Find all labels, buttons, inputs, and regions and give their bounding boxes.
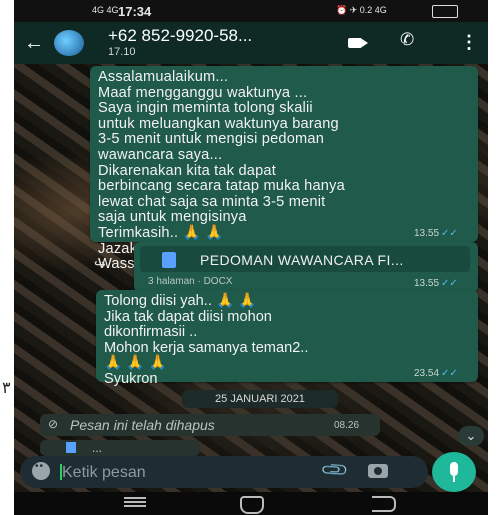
message-composer: 📎 bbox=[20, 455, 428, 488]
attach-icon[interactable]: 📎 bbox=[320, 455, 351, 486]
status-time: 17:34 bbox=[118, 4, 152, 19]
message-time: 13.55 ✓✓ bbox=[414, 228, 458, 239]
status-icons: ⏰ ✈ 0.2 4G bbox=[336, 5, 387, 15]
message-input[interactable] bbox=[60, 460, 294, 486]
more-options-icon[interactable]: ⋮ bbox=[460, 32, 478, 53]
deleted-message-text: Pesan ini telah dihapus bbox=[70, 417, 215, 433]
read-ticks-icon: ✓✓ bbox=[441, 278, 458, 289]
message-text: Tolong diisi yah.. 🙏 🙏 Jika tak dapat di… bbox=[104, 293, 309, 387]
signal-indicator: 4G 4G bbox=[92, 5, 119, 15]
avatar[interactable] bbox=[54, 30, 84, 56]
document-meta: 3 halaman · DOCX bbox=[148, 276, 233, 287]
partial-message-text: ... bbox=[92, 441, 103, 455]
document-message[interactable]: PEDOMAN WAWANCARA FI... 3 halaman · DOCX… bbox=[134, 242, 478, 292]
last-seen: 17.10 bbox=[108, 46, 136, 58]
blocked-icon: ⊘ bbox=[48, 417, 59, 431]
message-time-text: 13.55 bbox=[414, 228, 440, 239]
message-time: 23.54 ✓✓ bbox=[414, 368, 458, 379]
read-ticks-icon: ✓✓ bbox=[441, 368, 458, 379]
deleted-message[interactable]: ⊘ Pesan ini telah dihapus 08.26 bbox=[40, 414, 380, 436]
emoji-icon[interactable] bbox=[32, 461, 50, 480]
chat-header: ← +62 852-9920-58... 17.10 ✆ ⋮ bbox=[14, 22, 488, 64]
forward-icon[interactable]: ↪ bbox=[94, 256, 106, 273]
home-icon[interactable] bbox=[240, 496, 264, 514]
date-separator: 25 JANUARI 2021 bbox=[182, 390, 338, 408]
recents-icon[interactable] bbox=[124, 501, 146, 503]
mic-button[interactable] bbox=[432, 452, 476, 492]
document-file-icon bbox=[162, 252, 176, 268]
camera-icon[interactable] bbox=[368, 464, 388, 478]
back-arrow-icon[interactable]: ← bbox=[24, 32, 44, 55]
text-cursor bbox=[60, 464, 62, 480]
message-time: 08.26 bbox=[334, 420, 360, 431]
status-bar: 4G 4G 17:34 ⏰ ✈ 0.2 4G bbox=[14, 0, 488, 22]
partial-message[interactable]: ... bbox=[40, 440, 200, 456]
phone-call-icon[interactable]: ✆ bbox=[400, 30, 414, 50]
document-file-name: PEDOMAN WAWANCARA FI... bbox=[200, 252, 404, 268]
read-ticks-icon: ✓✓ bbox=[441, 228, 458, 239]
message-bubble[interactable]: Tolong diisi yah.. 🙏 🙏 Jika tak dapat di… bbox=[96, 290, 478, 387]
nav-back-icon[interactable] bbox=[372, 496, 396, 512]
margin-mark: ٣ bbox=[2, 378, 11, 397]
message-time-text: 13.55 bbox=[414, 278, 440, 289]
phone-screen: 4G 4G 17:34 ⏰ ✈ 0.2 4G ← +62 852-9920-58… bbox=[14, 0, 488, 515]
battery-icon bbox=[432, 5, 458, 18]
video-call-icon[interactable] bbox=[348, 38, 368, 48]
message-time: 13.55 ✓✓ bbox=[414, 278, 458, 289]
message-time-text: 23.54 bbox=[414, 368, 440, 379]
document-preview[interactable]: PEDOMAN WAWANCARA FI... bbox=[140, 246, 470, 272]
document-file-icon bbox=[66, 442, 76, 453]
contact-name[interactable]: +62 852-9920-58... bbox=[108, 26, 252, 46]
system-nav-bar bbox=[14, 492, 488, 515]
scroll-down-icon[interactable]: ⌄ bbox=[458, 426, 484, 446]
message-bubble[interactable]: Assalamualaikum... Maaf mengganggu waktu… bbox=[90, 66, 478, 272]
